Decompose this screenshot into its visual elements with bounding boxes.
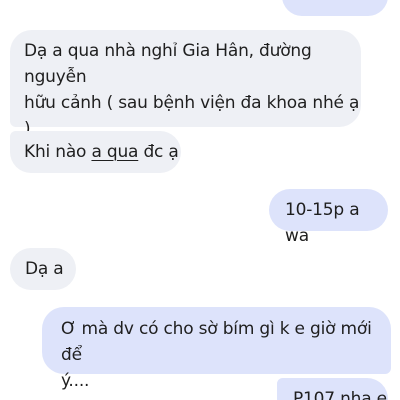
message-text-line: Ơ mà dv có cho sờ bím gì k e giờ mới để <box>61 319 372 365</box>
message-bubble-outgoing[interactable]: 10-15p a wa <box>269 189 388 246</box>
message-bubble-outgoing[interactable]: Cô làm k e <box>282 0 388 16</box>
message-bubble-incoming[interactable]: Dạ a <box>10 248 76 290</box>
message-bubble-outgoing[interactable]: Ơ mà dv có cho sờ bím gì k e giờ mới để … <box>42 307 391 391</box>
message-text: P107 nha e <box>293 389 387 400</box>
message-text: 10-15p a wa <box>285 200 360 246</box>
link-text[interactable]: a qua <box>91 142 138 162</box>
message-bubble-outgoing[interactable]: P107 nha e <box>277 378 388 400</box>
message-bubble-incoming[interactable]: Dạ a qua nhà nghỉ Gia Hân, đường nguyễn … <box>10 30 361 163</box>
message-text: Khi nào a qua đc ạ <box>24 142 179 162</box>
message-bubble-incoming[interactable]: Khi nào a qua đc ạ <box>10 131 181 173</box>
message-text: Dạ a <box>25 259 64 279</box>
message-text-line: Dạ a qua nhà nghỉ Gia Hân, đường nguyễn <box>24 41 312 87</box>
message-text: Cô làm k e <box>298 0 388 8</box>
message-thread: Cô làm k e Dạ a qua nhà nghỉ Gia Hân, đư… <box>0 0 400 400</box>
